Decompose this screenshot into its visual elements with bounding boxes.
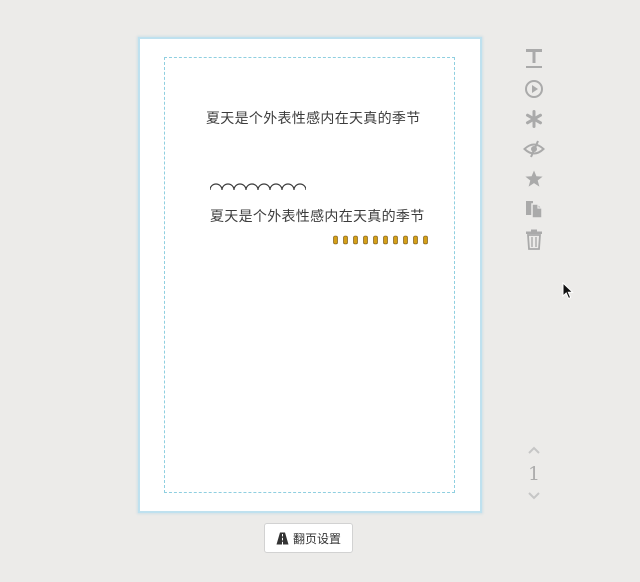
road-icon: [276, 532, 289, 544]
bead-decoration[interactable]: [333, 235, 430, 245]
star-icon[interactable]: [522, 167, 546, 191]
flip-settings-label: 翻页设置: [292, 531, 341, 546]
text-element-top[interactable]: 夏天是个外表性感内在天真的季节: [206, 108, 421, 128]
text-icon[interactable]: [522, 46, 546, 70]
flip-settings-button[interactable]: 翻页设置: [264, 523, 353, 553]
copy-icon[interactable]: [522, 197, 546, 221]
page-down-icon[interactable]: [522, 491, 546, 501]
text-element-bottom[interactable]: 夏天是个外表性感内在天真的季节: [210, 206, 425, 226]
page-number: 1: [527, 463, 541, 485]
mouse-cursor-icon: [562, 282, 574, 300]
wave-decoration[interactable]: [210, 183, 306, 191]
asterisk-icon[interactable]: [522, 107, 546, 131]
eye-icon[interactable]: [522, 137, 546, 161]
play-icon[interactable]: [522, 77, 546, 101]
page-up-icon[interactable]: [522, 445, 546, 455]
trash-icon[interactable]: [522, 227, 546, 251]
page-canvas[interactable]: 夏天是个外表性感内在天真的季节 夏天是个外表性感内在天真的季节: [140, 39, 480, 511]
